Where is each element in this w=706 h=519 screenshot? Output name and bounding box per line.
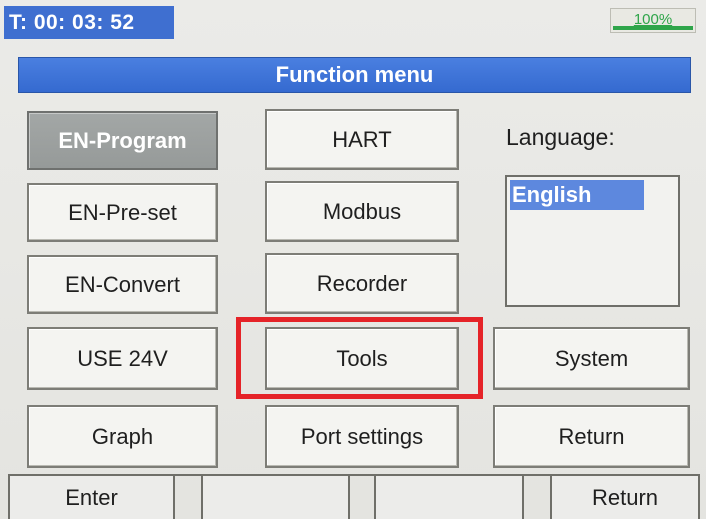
en-preset-button[interactable]: EN-Pre-set [27, 183, 218, 242]
graph-button[interactable]: Graph [27, 405, 218, 468]
en-program-button[interactable]: EN-Program [27, 111, 218, 170]
softkey-return[interactable]: Return [550, 474, 700, 519]
softkey-blank-2[interactable] [374, 474, 524, 519]
language-option-english[interactable]: English [510, 180, 644, 210]
elapsed-timer: T: 00: 03: 52 [4, 6, 174, 39]
language-label: Language: [506, 124, 615, 150]
tools-button[interactable]: Tools [265, 327, 459, 390]
softkey-enter[interactable]: Enter [8, 474, 175, 519]
system-button[interactable]: System [493, 327, 690, 390]
softkey-blank-1[interactable] [201, 474, 350, 519]
port-settings-button[interactable]: Port settings [265, 405, 459, 468]
language-listbox[interactable]: English [505, 175, 680, 307]
battery-indicator: 100% [610, 8, 696, 33]
return-button[interactable]: Return [493, 405, 690, 468]
en-convert-button[interactable]: EN-Convert [27, 255, 218, 314]
battery-percent: 100% [633, 11, 673, 28]
menu-title: Function menu [18, 57, 691, 93]
use-24v-button[interactable]: USE 24V [27, 327, 218, 390]
modbus-button[interactable]: Modbus [265, 181, 459, 242]
device-screen: T: 00: 03: 52 100% Function menu EN-Prog… [0, 0, 706, 519]
recorder-button[interactable]: Recorder [265, 253, 459, 314]
hart-button[interactable]: HART [265, 109, 459, 170]
